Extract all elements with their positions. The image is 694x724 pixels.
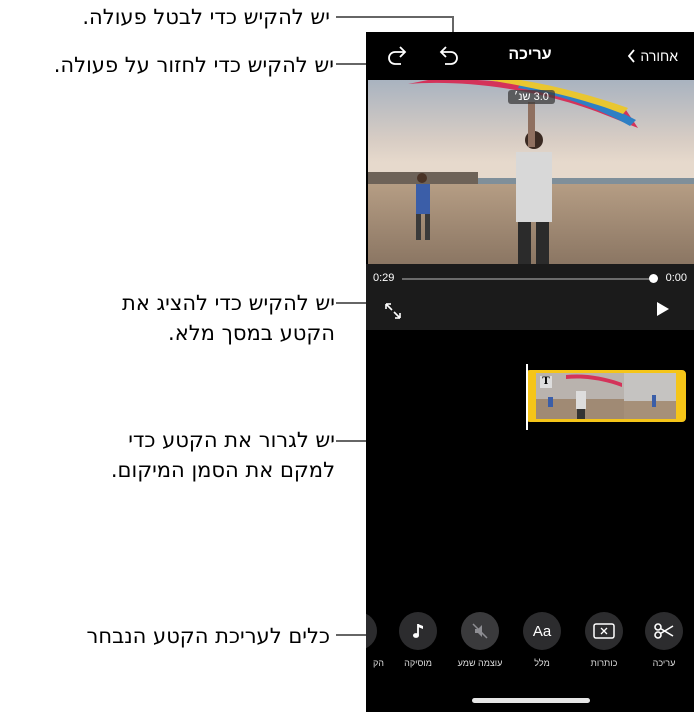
tool-partial-label: הק: [372, 658, 384, 668]
tool-music[interactable]: מוסיקה: [392, 612, 444, 668]
scrubber-track[interactable]: [402, 278, 656, 280]
tool-titles[interactable]: כותרות: [578, 612, 630, 668]
playhead[interactable]: [526, 364, 528, 430]
chevron-left-icon: [628, 49, 636, 63]
text-icon: Aa: [532, 622, 552, 640]
video-frame-image: [368, 80, 694, 264]
total-time: 0:29: [373, 272, 395, 284]
callout-fullscreen-line1: יש להקיש כדי להציג את: [122, 291, 335, 315]
callout-drag-line1: יש לגרור את הקטע כדי: [128, 428, 335, 452]
tool-partial[interactable]: הק: [366, 612, 384, 668]
callout-fullscreen-line2: הקטע במסך מלא.: [168, 321, 335, 345]
undo-arrow-icon: [439, 46, 458, 65]
home-indicator[interactable]: [472, 698, 590, 703]
title-overlay-icon: T: [540, 376, 552, 388]
tool-edit-label: עריכה: [652, 658, 676, 668]
callout-undo: יש להקיש כדי לבטל פעולה.: [82, 5, 330, 29]
redo-button[interactable]: [384, 44, 410, 68]
tool-volume-label: עוצמה שמע: [457, 658, 503, 668]
play-icon: [657, 302, 669, 316]
playback-controls: 0:29 0:00: [366, 264, 694, 330]
back-button[interactable]: אחורה: [627, 48, 678, 64]
timeline[interactable]: T: [366, 330, 694, 590]
phone-screen: עריכה אחורה 3.0 שנ׳ 0:29 0:00 T עריכה כו…: [366, 32, 694, 712]
tool-text-label: מלל: [534, 658, 550, 668]
nav-bar: עריכה אחורה: [366, 32, 694, 80]
music-note-icon: [413, 624, 423, 638]
titles-icon: [593, 623, 615, 639]
tool-volume[interactable]: עוצמה שמע: [454, 612, 506, 668]
undo-button[interactable]: [436, 44, 462, 68]
scissors-icon: [654, 623, 674, 639]
tool-text[interactable]: Aa מלל: [516, 612, 568, 668]
callout-redo: יש להקיש כדי לחזור על פעולה.: [53, 53, 334, 77]
callout-drag-line2: למקם את הסמן המיקום.: [110, 458, 335, 482]
edit-toolbar: עריכה כותרות Aa מלל עוצמה שמע מוסיקה הק: [366, 612, 694, 682]
leader-tools: [336, 634, 368, 636]
volume-muted-icon: [472, 623, 488, 639]
leader-undo-h: [336, 16, 453, 18]
clip-duration-badge: 3.0 שנ׳: [508, 90, 555, 104]
expand-arrows-icon: [385, 303, 401, 319]
video-viewer[interactable]: 3.0 שנ׳: [368, 80, 694, 264]
tool-music-label: מוסיקה: [404, 658, 432, 668]
selected-clip[interactable]: T: [526, 370, 686, 422]
clip-thumbnails: [536, 373, 676, 419]
callout-fullscreen: יש להקיש כדי להציג את הקטע במסך מלא.: [60, 288, 335, 348]
tool-edit[interactable]: עריכה: [638, 612, 690, 668]
tool-titles-label: כותרות: [590, 658, 618, 668]
play-button[interactable]: [654, 300, 672, 318]
current-time: 0:00: [665, 272, 687, 284]
scrubber-knob[interactable]: [649, 274, 658, 283]
callout-drag: יש לגרור את הקטע כדי למקם את הסמן המיקום…: [60, 425, 335, 485]
redo-arrow-icon: [388, 46, 407, 65]
back-label: אחורה: [640, 48, 678, 64]
fullscreen-button[interactable]: [382, 300, 404, 322]
callout-tools: כלים לעריכת הקטע הנבחר: [86, 624, 330, 648]
